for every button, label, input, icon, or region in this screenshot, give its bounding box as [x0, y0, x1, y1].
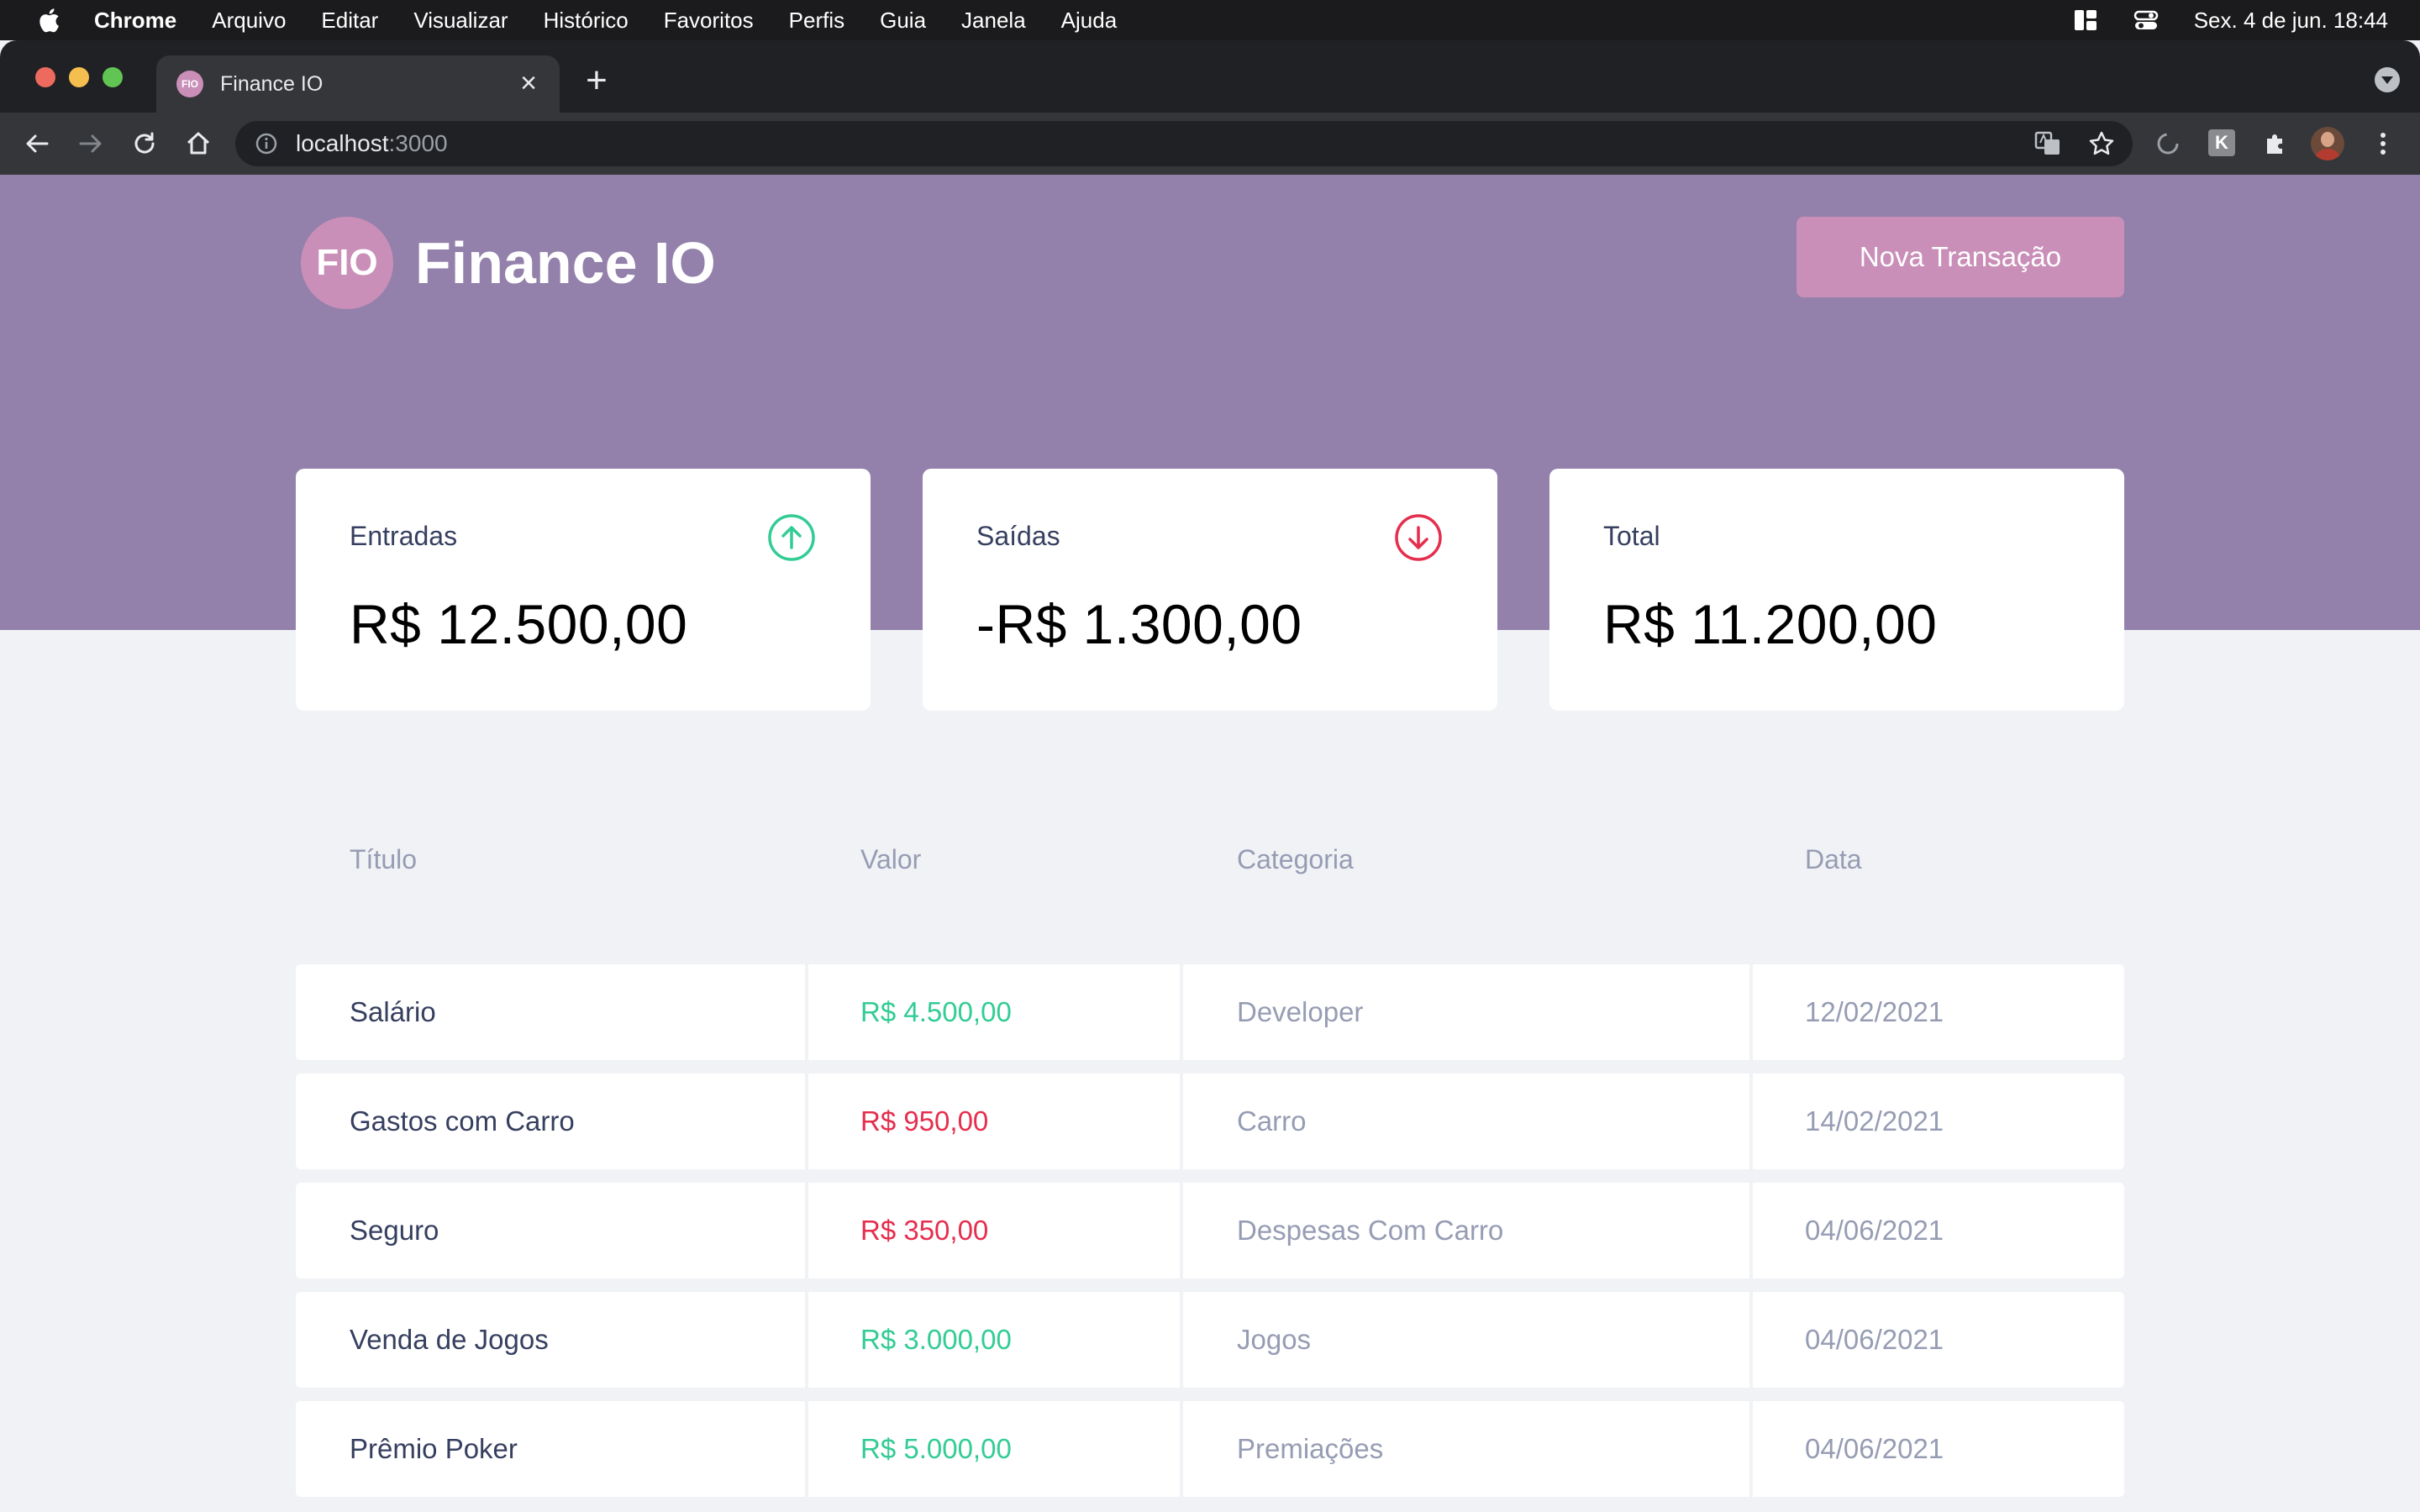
menu-clock[interactable]: Sex. 4 de jun. 18:44	[2194, 8, 2388, 34]
arrow-down-circle-icon	[1395, 514, 1442, 561]
menu-app-name[interactable]: Chrome	[94, 8, 176, 34]
table-row: Venda de Jogos R$ 3.000,00 Jogos 04/06/2…	[296, 1292, 2124, 1388]
browser-tab-active[interactable]: FIO Finance IO ×	[156, 55, 560, 113]
menu-historico[interactable]: Histórico	[544, 8, 629, 34]
cell-amount: R$ 950,00	[808, 1074, 1180, 1169]
window-layout-icon[interactable]	[2073, 8, 2098, 33]
cell-amount: R$ 5.000,00	[808, 1401, 1180, 1497]
cell-category: Developer	[1183, 964, 1749, 1060]
cell-amount: R$ 4.500,00	[808, 964, 1180, 1060]
cell-category: Despesas Com Carro	[1183, 1183, 1749, 1278]
cell-date: 14/02/2021	[1753, 1074, 2124, 1169]
table-body: Salário R$ 4.500,00 Developer 12/02/2021…	[296, 964, 2124, 1497]
cell-category: Jogos	[1183, 1292, 1749, 1388]
column-header-amount: Valor	[860, 844, 922, 874]
minimize-window-button[interactable]	[69, 67, 89, 87]
cell-date: 12/02/2021	[1753, 964, 2124, 1060]
macos-menu-bar: Chrome Arquivo Editar Visualizar Históri…	[0, 0, 2420, 40]
forward-arrow-icon[interactable]	[76, 129, 106, 159]
cell-date: 04/06/2021	[1753, 1292, 2124, 1388]
cell-amount: R$ 350,00	[808, 1183, 1180, 1278]
table-row: Salário R$ 4.500,00 Developer 12/02/2021	[296, 964, 2124, 1060]
profile-avatar[interactable]	[2311, 127, 2344, 160]
transactions-table: Título Valor Categoria Data Salário R$ 4…	[296, 838, 2124, 1510]
bookmark-star-icon[interactable]	[2087, 129, 2116, 158]
browser-toolbar: localhost:3000 K	[0, 113, 2420, 175]
more-menu-icon[interactable]	[2368, 129, 2398, 159]
address-bar[interactable]: localhost:3000	[235, 121, 2133, 166]
menu-ajuda[interactable]: Ajuda	[1061, 8, 1118, 34]
new-tab-button[interactable]: +	[580, 62, 613, 99]
cell-title: Gastos com Carro	[296, 1074, 805, 1169]
tab-favicon: FIO	[176, 71, 203, 97]
cell-date: 04/06/2021	[1753, 1183, 2124, 1278]
card-value: R$ 12.500,00	[350, 593, 688, 655]
summary-card-income: Entradas R$ 12.500,00	[296, 469, 871, 711]
menu-perfis[interactable]: Perfis	[789, 8, 844, 34]
control-center-icon[interactable]	[2133, 8, 2159, 33]
menu-favoritos[interactable]: Favoritos	[664, 8, 754, 34]
cell-date: 04/06/2021	[1753, 1401, 2124, 1497]
card-label: Total	[1603, 521, 1660, 551]
cell-category: Premiações	[1183, 1401, 1749, 1497]
browser-window: FIO Finance IO × + localhost:3000 K FIO …	[0, 40, 2420, 1512]
page-viewport: FIO Finance IO Nova Transação Entradas R…	[0, 175, 2420, 1512]
card-value: R$ 11.200,00	[1603, 593, 1938, 655]
extensions-puzzle-icon[interactable]	[2260, 129, 2291, 159]
column-header-title: Título	[350, 844, 418, 874]
summary-card-total: Total R$ 11.200,00	[1549, 469, 2124, 711]
cell-title: Venda de Jogos	[296, 1292, 805, 1388]
menu-visualizar[interactable]: Visualizar	[413, 8, 508, 34]
column-header-category: Categoria	[1237, 844, 1354, 874]
card-label: Entradas	[350, 521, 458, 551]
cell-title: Salário	[296, 964, 805, 1060]
k-extension-icon[interactable]: K	[2208, 129, 2235, 156]
column-header-date: Data	[1805, 844, 1862, 874]
arrow-up-circle-icon	[768, 514, 815, 561]
app-name: Finance IO	[415, 230, 716, 296]
menu-guia[interactable]: Guia	[880, 8, 926, 34]
cell-title: Prêmio Poker	[296, 1401, 805, 1497]
app-logo: FIO	[301, 217, 393, 309]
apple-logo-icon[interactable]	[35, 6, 60, 34]
menu-editar[interactable]: Editar	[321, 8, 378, 34]
close-window-button[interactable]	[35, 67, 55, 87]
cell-title: Seguro	[296, 1183, 805, 1278]
table-row: Prêmio Poker R$ 5.000,00 Premiações 04/0…	[296, 1401, 2124, 1497]
translate-icon[interactable]	[2033, 129, 2062, 158]
reload-icon[interactable]	[129, 129, 160, 159]
menu-janela[interactable]: Janela	[961, 8, 1026, 34]
tab-strip: FIO Finance IO × +	[0, 40, 2420, 113]
tab-title: Finance IO	[220, 71, 324, 96]
tab-search-icon[interactable]	[2375, 67, 2400, 92]
url-text: localhost:3000	[296, 130, 448, 156]
table-row: Gastos com Carro R$ 950,00 Carro 14/02/2…	[296, 1074, 2124, 1169]
back-arrow-icon[interactable]	[22, 129, 52, 159]
summary-cards: Entradas R$ 12.500,00 Saídas -R$ 1.300,0…	[296, 469, 2124, 711]
brand: FIO Finance IO	[301, 217, 716, 309]
sync-extension-icon[interactable]	[2153, 129, 2183, 159]
menu-arquivo[interactable]: Arquivo	[212, 8, 286, 34]
card-label: Saídas	[976, 521, 1060, 551]
site-info-icon[interactable]	[254, 131, 279, 156]
cell-category: Carro	[1183, 1074, 1749, 1169]
table-row: Seguro R$ 350,00 Despesas Com Carro 04/0…	[296, 1183, 2124, 1278]
table-header: Título Valor Categoria Data	[296, 838, 2124, 964]
home-icon[interactable]	[183, 129, 213, 159]
fullscreen-window-button[interactable]	[103, 67, 123, 87]
new-transaction-button[interactable]: Nova Transação	[1797, 217, 2124, 297]
summary-card-outcome: Saídas -R$ 1.300,00	[923, 469, 1497, 711]
card-value: -R$ 1.300,00	[976, 593, 1302, 655]
tab-close-icon[interactable]: ×	[516, 69, 541, 97]
cell-amount: R$ 3.000,00	[808, 1292, 1180, 1388]
